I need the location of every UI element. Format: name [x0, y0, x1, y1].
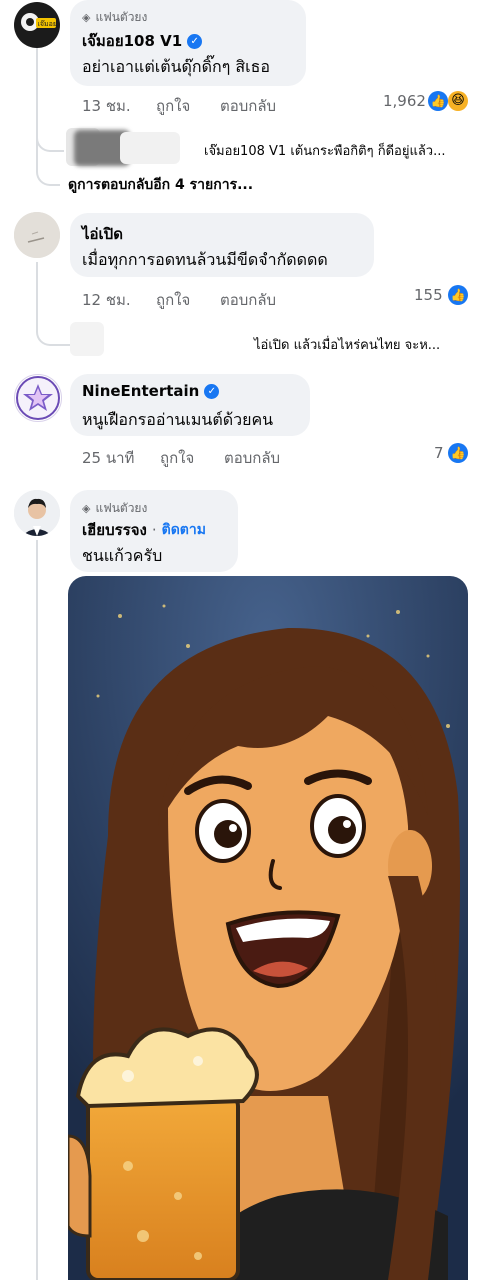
fan-badge-label: แฟนตัวยง — [95, 501, 148, 515]
commenter-name-label[interactable]: NineEntertain — [82, 382, 199, 400]
haha-icon[interactable]: 😆 — [448, 91, 468, 111]
reaction-count[interactable]: 1,962 — [383, 92, 426, 110]
commenter-name[interactable]: เจ๊มอย108 V1 ✓ — [82, 29, 203, 53]
reply-button[interactable]: ตอบกลับ — [224, 446, 280, 470]
blurred-avatar — [70, 322, 104, 356]
reply-author[interactable]: ไอ่เปิด — [254, 338, 289, 353]
like-button[interactable]: ถูกใจ — [160, 446, 194, 470]
verified-badge-icon: ✓ — [204, 383, 220, 399]
like-button[interactable]: ถูกใจ — [156, 288, 190, 312]
fan-badge-label: แฟนตัวยง — [95, 10, 148, 24]
comment-text: อย่าเอาแต่เต้นดุ๊กดิ๊กๆ สิเธอ — [82, 57, 270, 76]
commenter-name[interactable]: เฮียบรรจง · ติดตาม — [82, 518, 206, 542]
commenter-name[interactable]: ไอ่เปิด — [82, 222, 123, 246]
comment-time[interactable]: 12 ชม. — [82, 288, 131, 312]
commenter-name[interactable]: NineEntertain ✓ — [82, 382, 220, 400]
svg-text:เจ๊มอย: เจ๊มอย — [38, 20, 57, 28]
reply-button[interactable]: ตอบกลับ — [220, 94, 276, 118]
comment-text: เมื่อทุกการอดทนล้วนมีขีดจำกัดดดด — [82, 250, 328, 269]
thread-line — [36, 540, 38, 1280]
verified-badge-icon: ✓ — [187, 33, 203, 49]
avatar[interactable]: เจ๊มอย — [14, 2, 60, 48]
reply-text: แล้วเมื่อไหร่คนไทย จะห... — [293, 338, 441, 353]
like-button[interactable]: ถูกใจ — [156, 94, 190, 118]
like-icon[interactable]: 👍 — [448, 285, 468, 305]
comment-text: ชนแก้วครับ — [82, 546, 163, 565]
reaction-count[interactable]: 7 — [434, 444, 444, 462]
avatar[interactable] — [14, 374, 62, 422]
thread-connector — [36, 156, 60, 186]
diamond-icon: ◈ — [82, 11, 91, 24]
fan-badge: ◈ แฟนตัวยง — [82, 8, 147, 27]
comment-text: หนูเฝือกรออ่านเมนต์ด้วยคน — [82, 410, 274, 429]
commenter-name-label[interactable]: เจ๊มอย108 V1 — [82, 29, 182, 53]
reply-author[interactable]: เจ๊มอย108 V1 — [204, 144, 286, 159]
comment-image[interactable] — [68, 576, 468, 1280]
blurred-avatar — [120, 132, 180, 164]
commenter-name-label[interactable]: ไอ่เปิด — [82, 222, 123, 246]
avatar[interactable] — [14, 490, 60, 536]
reaction-count[interactable]: 155 — [414, 286, 443, 304]
fan-badge: ◈ แฟนตัวยง — [82, 499, 147, 518]
thread-connector — [36, 308, 74, 346]
commenter-name-label[interactable]: เฮียบรรจง — [82, 518, 147, 542]
comment-time[interactable]: 25 นาที — [82, 446, 134, 470]
reply-text: เต้นกระพือกิติๆ ก็ดีอยู่แล้ว... — [290, 144, 446, 159]
view-more-replies-link[interactable]: ดูการตอบกลับอีก 4 รายการ... — [68, 174, 253, 196]
follow-button[interactable]: ติดตาม — [162, 519, 206, 541]
separator-dot: · — [151, 521, 157, 539]
like-icon[interactable]: 👍 — [448, 443, 468, 463]
reply-preview[interactable]: ไอ่เปิด แล้วเมื่อไหร่คนไทย จะห... — [254, 334, 440, 355]
reply-button[interactable]: ตอบกลับ — [220, 288, 276, 312]
diamond-icon: ◈ — [82, 502, 91, 515]
comment-time[interactable]: 13 ชม. — [82, 94, 131, 118]
reply-preview[interactable]: เจ๊มอย108 V1 เต้นกระพือกิติๆ ก็ดีอยู่แล้… — [204, 140, 446, 161]
avatar[interactable] — [14, 212, 60, 258]
thread-connector — [36, 120, 64, 152]
like-icon[interactable]: 👍 — [428, 91, 448, 111]
